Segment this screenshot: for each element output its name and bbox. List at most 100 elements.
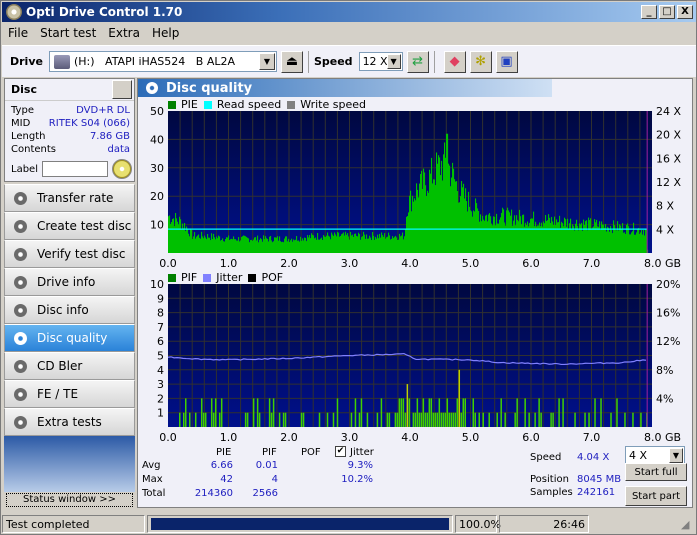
nav-disc-info[interactable]: Disc info xyxy=(4,296,135,324)
pie-bar xyxy=(607,226,609,253)
pie-bar xyxy=(469,206,471,253)
pie-bar xyxy=(171,222,173,253)
y-tick-label: 3 xyxy=(157,378,164,391)
pie-bar xyxy=(306,241,308,253)
pie-bar xyxy=(260,238,262,253)
pie-bar xyxy=(193,236,195,253)
disc-icon xyxy=(14,331,27,345)
pie-bar xyxy=(431,157,433,253)
pif-bar xyxy=(270,412,273,427)
pie-bar xyxy=(205,237,207,253)
y2-tick-label: 8% xyxy=(656,364,673,377)
pie-bar xyxy=(583,219,585,253)
pie-bar xyxy=(487,221,489,253)
chevron-down-icon[interactable]: ▼ xyxy=(669,448,683,463)
pie-bar xyxy=(453,168,455,253)
nav-verify-test-disc[interactable]: Verify test disc xyxy=(4,240,135,268)
pie-bar xyxy=(439,157,441,253)
drive-select[interactable]: (H:) ATAPI iHAS524 B AL2A ▼ xyxy=(48,51,277,72)
pif-bar xyxy=(278,412,281,427)
pie-bar xyxy=(445,157,447,253)
nav-drive-info[interactable]: Drive info xyxy=(4,268,135,296)
nav-background xyxy=(4,436,135,492)
minimize-button[interactable]: _ xyxy=(641,5,657,19)
pie-bar xyxy=(266,238,268,253)
pie-bar xyxy=(203,238,205,253)
pie-bar xyxy=(281,242,283,253)
eject-button[interactable]: ⏏ xyxy=(280,50,303,73)
pie-bar xyxy=(261,239,263,253)
nav-fe-te[interactable]: FE / TE xyxy=(4,380,135,408)
erase-button[interactable]: ◆ xyxy=(443,50,466,73)
speed-select[interactable]: 12 X ▼ xyxy=(358,52,403,71)
pif-bar xyxy=(440,412,443,427)
y-tick-label: 4 xyxy=(157,364,164,377)
y-tick-label: 50 xyxy=(150,105,164,118)
chevron-down-icon[interactable]: ▼ xyxy=(258,53,275,70)
disc-panel-toggle[interactable] xyxy=(112,80,132,99)
resize-grip-icon[interactable]: ◢ xyxy=(681,518,689,531)
pie-bar xyxy=(406,216,408,253)
start-part-button[interactable]: Start part xyxy=(625,486,687,506)
pie-bar xyxy=(308,237,310,253)
refresh-button[interactable]: ⇄ xyxy=(406,50,429,73)
pif-bar xyxy=(354,398,357,427)
menu-extra[interactable]: Extra xyxy=(102,26,146,40)
nav-cd-bler[interactable]: CD Bler xyxy=(4,352,135,380)
x-tick-label: 4.0 xyxy=(401,431,419,443)
pie-bar xyxy=(420,174,422,253)
nav-transfer-rate[interactable]: Transfer rate xyxy=(4,184,135,212)
pie-bar xyxy=(357,236,359,253)
menu-file[interactable]: File xyxy=(2,26,34,40)
pif-bar xyxy=(282,412,285,427)
pie-bar xyxy=(640,232,642,253)
label-input[interactable] xyxy=(41,161,108,177)
start-full-button[interactable]: Start full xyxy=(625,463,687,481)
jitter-checkbox[interactable]: ✔ xyxy=(335,446,346,457)
pie-bar xyxy=(432,183,434,253)
pie-bar xyxy=(185,230,187,253)
close-button[interactable]: X xyxy=(677,5,693,19)
pif-bar xyxy=(256,398,259,427)
pie-bar xyxy=(204,235,206,253)
pie-bar xyxy=(410,190,412,253)
save-button[interactable]: ▣ xyxy=(495,50,518,73)
disc-label-icon[interactable] xyxy=(111,159,132,179)
pie-bar xyxy=(339,236,341,253)
drive-label: Drive xyxy=(10,55,43,68)
chevron-down-icon[interactable]: ▼ xyxy=(386,54,401,69)
pie-bar xyxy=(411,211,413,253)
x-tick-label: 1.0 xyxy=(220,257,238,270)
pif-bar xyxy=(386,412,389,427)
menu-start-test[interactable]: Start test xyxy=(34,26,102,40)
pie-bar xyxy=(179,216,181,253)
pif-bar xyxy=(252,398,255,427)
pif-bar xyxy=(268,398,271,427)
maximize-button[interactable]: □ xyxy=(659,5,675,19)
disc-key: Length xyxy=(11,131,46,142)
stats-max-jitter: 10.2% xyxy=(341,474,373,485)
status-window-button[interactable]: Status window >> xyxy=(6,493,133,507)
panel-header: Disc quality xyxy=(138,79,552,97)
pif-bar xyxy=(632,412,634,427)
nav-label: Verify test disc xyxy=(37,247,126,261)
nav-extra-tests[interactable]: Extra tests xyxy=(4,408,135,436)
pie-bar xyxy=(519,209,521,253)
menu-help[interactable]: Help xyxy=(146,26,185,40)
pie-bar xyxy=(518,221,520,253)
nav-disc-quality[interactable]: Disc quality xyxy=(4,324,135,352)
pie-bar xyxy=(330,239,332,253)
pie-bar xyxy=(579,223,581,253)
pif-bar xyxy=(400,398,403,427)
pie-bar xyxy=(433,179,435,253)
nav-create-test-disc[interactable]: Create test disc xyxy=(4,212,135,240)
pie-bar xyxy=(300,236,302,253)
toolbar-divider xyxy=(307,50,309,73)
eraser-icon: ◆ xyxy=(449,54,460,69)
settings-button[interactable]: ✻ xyxy=(469,50,492,73)
x-tick-label: 3.0 xyxy=(341,431,359,443)
pif-bar xyxy=(210,398,213,427)
pie-bar xyxy=(633,222,635,253)
disc-key: MID xyxy=(11,118,31,129)
pie-bar xyxy=(243,235,245,253)
